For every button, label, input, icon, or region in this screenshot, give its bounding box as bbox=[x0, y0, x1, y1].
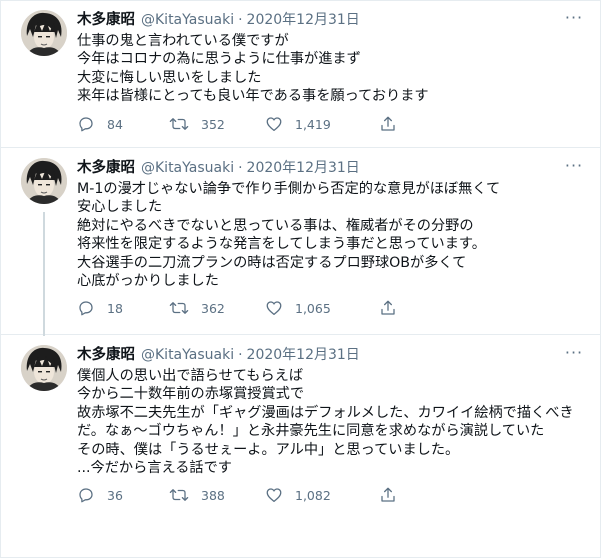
retweet-count: 362 bbox=[201, 300, 225, 316]
author-name[interactable]: 木多康昭 bbox=[77, 12, 135, 28]
reply-button[interactable]: 84 bbox=[77, 114, 169, 134]
retweet-icon bbox=[169, 489, 189, 501]
tweet-header: 木多康昭 @KitaYasuaki · 2020年12月31日 bbox=[77, 158, 360, 178]
separator-dot: · bbox=[238, 12, 243, 28]
reply-button[interactable]: 18 bbox=[77, 298, 169, 318]
share-button[interactable] bbox=[379, 114, 419, 134]
share-icon bbox=[381, 487, 395, 502]
tweet-header: 木多康昭 @KitaYasuaki · 2020年12月31日 bbox=[77, 345, 360, 365]
retweet-count: 352 bbox=[201, 116, 225, 132]
author-handle[interactable]: @KitaYasuaki bbox=[141, 12, 234, 28]
author-handle[interactable]: @KitaYasuaki bbox=[141, 347, 234, 363]
retweet-button[interactable]: 362 bbox=[169, 298, 265, 318]
tweet-text: 僕個人の思い出で語らせてもらえば 今から二十数年前の赤塚賞授賞式で 故赤塚不二夫… bbox=[77, 368, 574, 477]
tweet-date[interactable]: 2020年12月31日 bbox=[247, 347, 360, 363]
heart-icon bbox=[266, 301, 282, 316]
author-handle[interactable]: @KitaYasuaki bbox=[141, 160, 234, 176]
retweet-count: 388 bbox=[201, 487, 225, 503]
avatar[interactable] bbox=[21, 10, 67, 56]
tweet-actions: 18 362 1,065 bbox=[77, 298, 497, 318]
tweet-thread: 木多康昭 @KitaYasuaki · 2020年12月31日 ··· 仕事の鬼と言わ… bbox=[0, 0, 601, 558]
more-icon[interactable]: ··· bbox=[564, 10, 584, 30]
tweet-actions: 36 388 1,082 bbox=[77, 485, 497, 505]
share-icon bbox=[381, 300, 395, 315]
like-count: 1,065 bbox=[295, 300, 331, 316]
like-button[interactable]: 1,065 bbox=[265, 298, 379, 318]
separator-dot: · bbox=[238, 160, 243, 176]
heart-icon bbox=[266, 488, 282, 503]
tweet-header: 木多康昭 @KitaYasuaki · 2020年12月31日 bbox=[77, 10, 360, 30]
reply-button[interactable]: 36 bbox=[77, 485, 169, 505]
retweet-button[interactable]: 388 bbox=[169, 485, 265, 505]
like-button[interactable]: 1,419 bbox=[265, 114, 379, 134]
share-icon bbox=[381, 116, 395, 131]
author-name[interactable]: 木多康昭 bbox=[77, 160, 135, 176]
like-count: 1,082 bbox=[295, 487, 331, 503]
tweet-3[interactable]: 木多康昭 @KitaYasuaki · 2020年12月31日 ··· 僕個人の思い出… bbox=[1, 336, 600, 557]
tweet-actions: 84 352 1,419 bbox=[77, 114, 497, 134]
reply-count: 84 bbox=[107, 116, 123, 132]
reply-icon bbox=[79, 488, 93, 503]
tweet-date[interactable]: 2020年12月31日 bbox=[247, 160, 360, 176]
reply-count: 18 bbox=[107, 300, 123, 316]
share-button[interactable] bbox=[379, 298, 419, 318]
more-icon[interactable]: ··· bbox=[564, 158, 584, 178]
tweet-2[interactable]: 木多康昭 @KitaYasuaki · 2020年12月31日 ··· M-1の漫才じ… bbox=[1, 149, 600, 452]
author-name[interactable]: 木多康昭 bbox=[77, 347, 135, 363]
tweet-text: M-1の漫才じゃない論争で作り手側から否定的な意見がほぼ無くて 安心しました 絶… bbox=[77, 181, 501, 290]
tweet-1[interactable]: 木多康昭 @KitaYasuaki · 2020年12月31日 ··· 仕事の鬼と言わ… bbox=[1, 1, 600, 148]
share-button[interactable] bbox=[379, 485, 419, 505]
like-button[interactable]: 1,082 bbox=[265, 485, 379, 505]
reply-icon bbox=[79, 301, 93, 316]
reply-icon bbox=[79, 117, 93, 132]
retweet-icon bbox=[169, 302, 189, 314]
avatar[interactable] bbox=[21, 345, 67, 391]
avatar[interactable] bbox=[21, 158, 67, 204]
reply-count: 36 bbox=[107, 487, 123, 503]
like-count: 1,419 bbox=[295, 116, 331, 132]
tweet-text: 仕事の鬼と言われている僕ですが 今年はコロナの為に思うように仕事が進まず 大変に… bbox=[77, 33, 429, 105]
retweet-button[interactable]: 352 bbox=[169, 114, 265, 134]
more-icon[interactable]: ··· bbox=[564, 345, 584, 365]
heart-icon bbox=[266, 117, 282, 132]
tweet-date[interactable]: 2020年12月31日 bbox=[247, 12, 360, 28]
separator-dot: · bbox=[238, 347, 243, 363]
retweet-icon bbox=[169, 118, 189, 130]
